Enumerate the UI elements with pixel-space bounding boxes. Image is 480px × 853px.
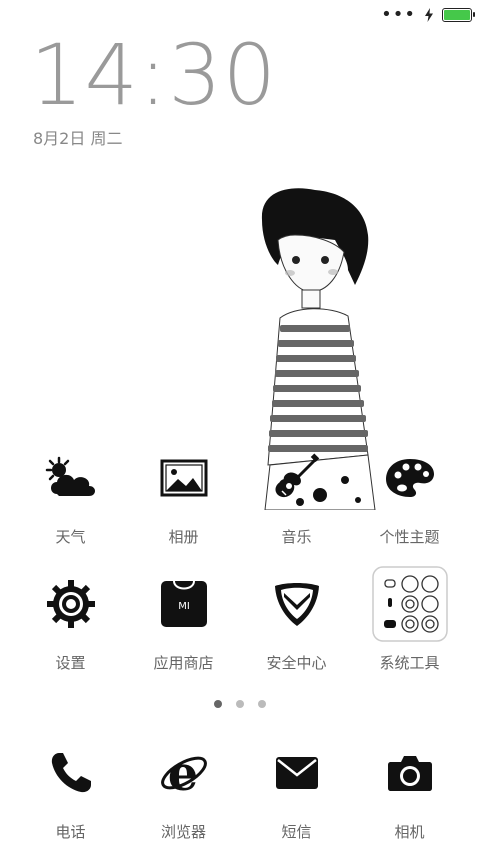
message-icon	[275, 757, 318, 789]
phone-icon	[51, 753, 91, 793]
app-label: 相册	[168, 528, 199, 546]
home-row-1: 天气 相册 音乐 个性主题	[0, 448, 480, 547]
app-phone[interactable]: 电话	[14, 743, 127, 842]
app-music[interactable]: 音乐	[240, 448, 353, 547]
gallery-icon	[160, 459, 207, 497]
app-weather[interactable]: 天气	[14, 448, 127, 547]
clock-date: 8月2日 周二	[33, 129, 123, 148]
home-row-2: 设置 MI 应用商店 安全中心 系统工具	[0, 566, 480, 673]
page-dot-1[interactable]	[214, 700, 222, 708]
palette-icon	[385, 459, 434, 497]
battery-icon	[442, 8, 475, 22]
app-messages[interactable]: 短信	[240, 743, 353, 842]
app-camera[interactable]: 相机	[353, 743, 466, 842]
app-label: 安全中心	[266, 654, 327, 672]
store-bag-icon: MI	[160, 580, 207, 627]
guitar-icon	[275, 453, 319, 498]
app-label: 系统工具	[379, 654, 440, 672]
dock: 电话 e 浏览器 短信 相机	[0, 743, 480, 842]
app-label: 天气	[55, 528, 86, 546]
app-label: 音乐	[281, 528, 312, 546]
app-label: 浏览器	[160, 823, 206, 841]
shield-icon	[274, 583, 319, 626]
camera-icon	[387, 756, 432, 791]
app-label: 短信	[281, 823, 312, 841]
app-settings[interactable]: 设置	[14, 574, 127, 673]
clock-time[interactable]: 14:30	[30, 30, 277, 120]
app-label: 电话	[55, 823, 86, 841]
app-browser[interactable]: e 浏览器	[127, 743, 240, 842]
page-indicator[interactable]	[0, 700, 480, 708]
app-label: 设置	[55, 654, 86, 672]
app-security[interactable]: 安全中心	[240, 574, 353, 673]
charging-icon	[425, 8, 433, 22]
store-badge-text: MI	[178, 601, 190, 612]
page-dot-3[interactable]	[258, 700, 266, 708]
app-label: 个性主题	[379, 528, 440, 546]
app-gallery[interactable]: 相册	[127, 448, 240, 547]
menu-dots: •••	[381, 4, 416, 25]
app-system-tools-folder[interactable]: 系统工具	[353, 566, 466, 673]
browser-icon: e	[160, 748, 207, 798]
weather-icon	[45, 456, 95, 496]
app-store[interactable]: MI 应用商店	[127, 574, 240, 673]
gear-icon	[46, 580, 95, 628]
status-bar: •••	[381, 4, 475, 25]
page-dot-2[interactable]	[236, 700, 244, 708]
app-label: 应用商店	[153, 654, 214, 672]
svg-text:e: e	[167, 748, 198, 798]
app-themes[interactable]: 个性主题	[353, 448, 466, 547]
app-label: 相机	[394, 823, 425, 841]
folder-icon	[371, 566, 448, 642]
